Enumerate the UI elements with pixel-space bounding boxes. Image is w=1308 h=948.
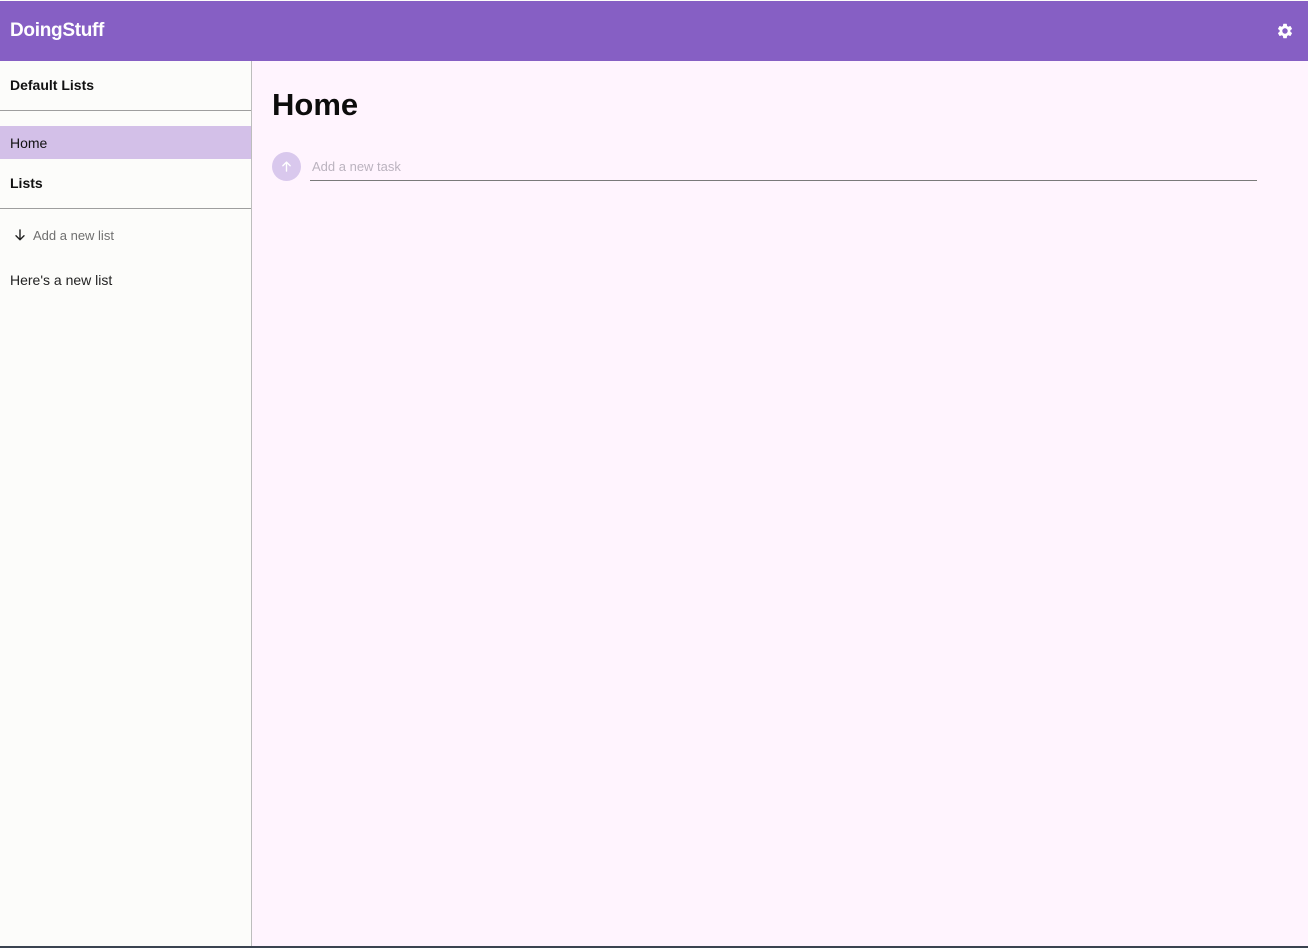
sidebar-item-label: Home [10, 134, 48, 151]
divider [0, 110, 251, 111]
sidebar-item-list[interactable]: Here's a new list [10, 272, 112, 288]
add-task-button[interactable] [272, 152, 301, 181]
default-lists-heading: Default Lists [10, 77, 95, 93]
add-list-label: Add a new list [33, 227, 114, 243]
arrow-down-icon [15, 229, 25, 241]
sidebar-item-home[interactable]: Home [0, 126, 251, 159]
divider [0, 208, 251, 209]
add-list-button[interactable]: Add a new list [14, 225, 114, 245]
sidebar: Default Lists Home Lists Add a new list … [0, 61, 252, 947]
app-window: DoingStuff Default Lists Home Lists Add … [0, 0, 1308, 948]
main-content: Home [252, 61, 1308, 947]
top-bar: DoingStuff [0, 1, 1308, 61]
app-title: DoingStuff [10, 20, 105, 41]
gear-icon[interactable] [1276, 22, 1294, 40]
task-input[interactable] [310, 152, 1257, 181]
settings-button[interactable] [1276, 22, 1294, 40]
page-title: Home [272, 87, 359, 122]
arrow-up-icon [282, 161, 291, 172]
lists-heading: Lists [10, 175, 43, 191]
